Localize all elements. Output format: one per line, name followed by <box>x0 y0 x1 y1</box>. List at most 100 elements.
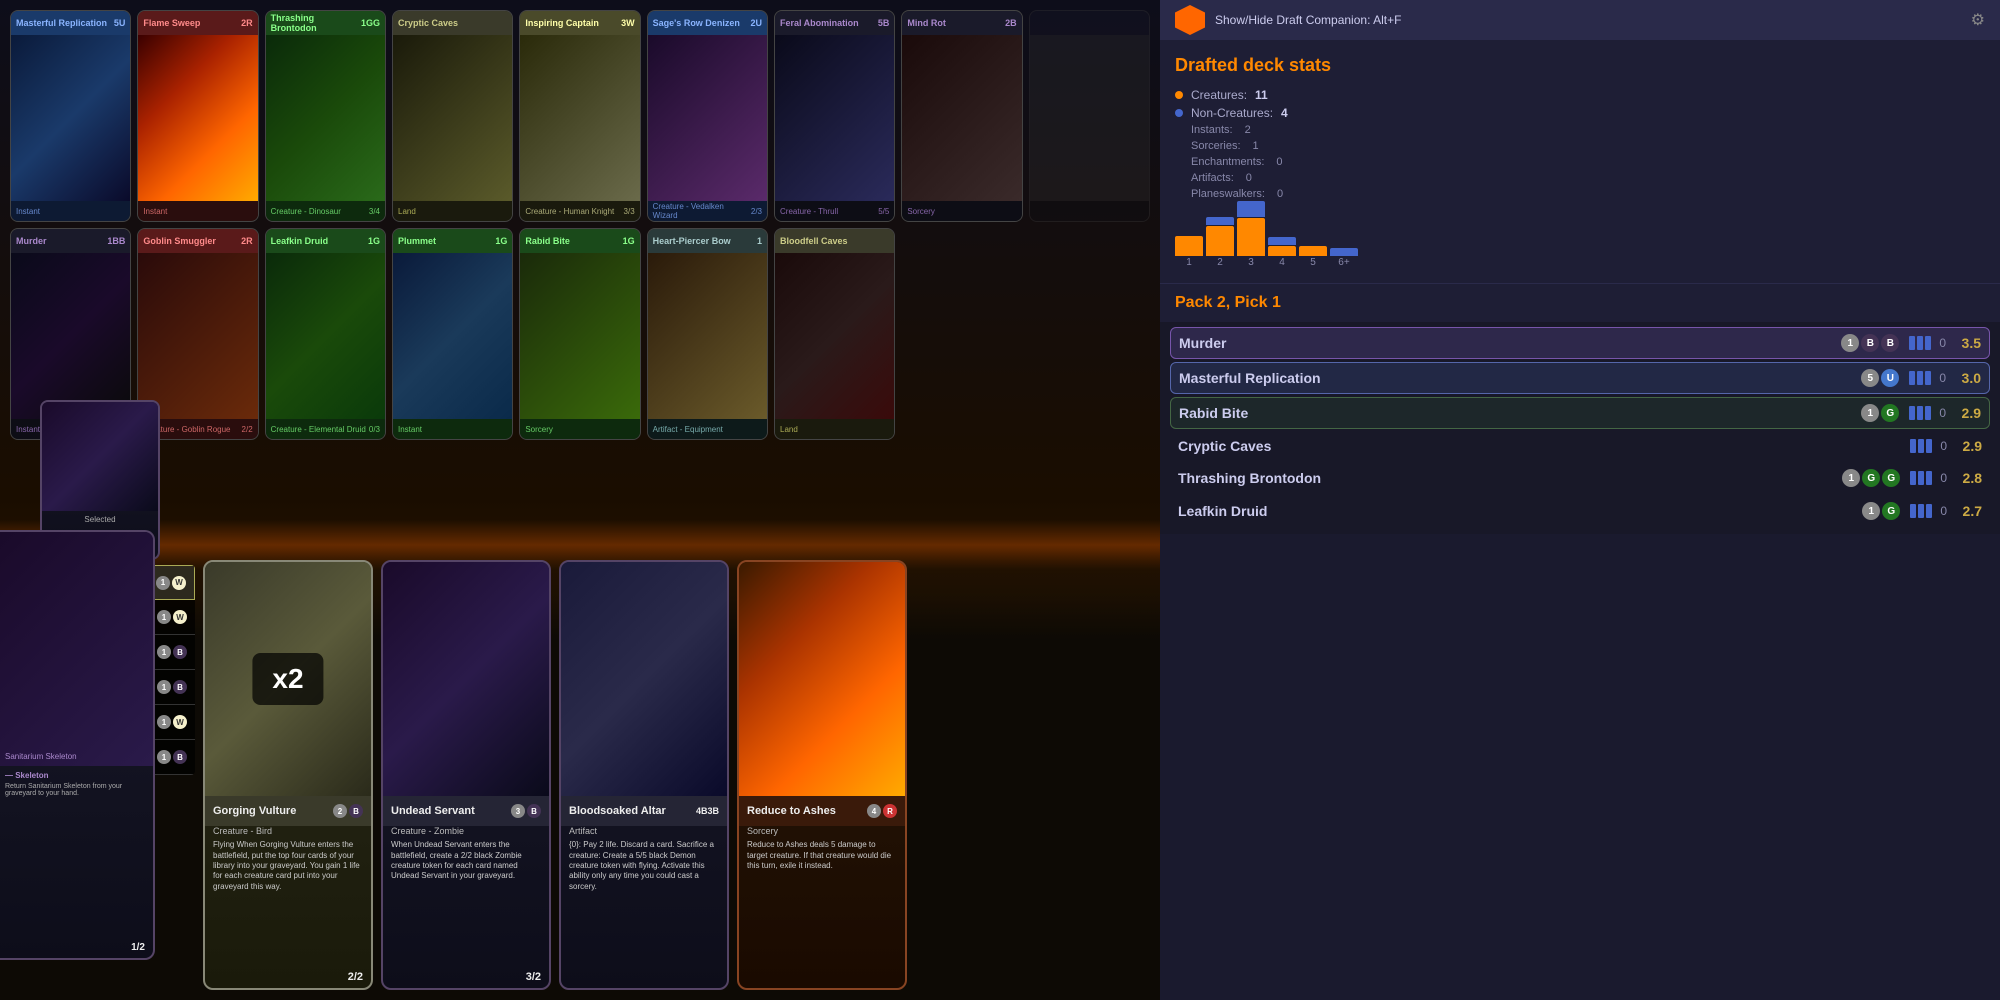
deck-stats-heading: Drafted deck stats <box>1175 55 1985 76</box>
pick-item-murder[interactable]: Murder 1 B B 0 3.5 <box>1170 327 1990 359</box>
enchantments-stat: Enchantments: 0 <box>1191 156 1985 168</box>
card-name: Murder <box>16 236 47 246</box>
deck-item-cost: 1 B <box>157 645 187 659</box>
pick-item-leafkin[interactable]: Leafkin Druid 1 G 0 2.7 <box>1170 496 1990 526</box>
card-thrashing-brontodon[interactable]: Thrashing Brontodon1GG Creature - Dinosa… <box>265 10 386 222</box>
curve-4-orange <box>1268 246 1296 256</box>
card-name: Feral Abomination <box>780 18 859 28</box>
pick-item-cryptic-caves[interactable]: Cryptic Caves 0 2.9 <box>1170 432 1990 460</box>
bloodsoaked-cost: 4B3B <box>696 806 719 816</box>
curve-5: 5 <box>1299 246 1327 268</box>
pick-bar-murder <box>1909 336 1931 350</box>
pick-item-masterful[interactable]: Masterful Replication 5 U 0 3.0 <box>1170 362 1990 394</box>
card-name: Sage's Row Denizen <box>653 18 740 28</box>
card-name: Leafkin Druid <box>271 236 329 246</box>
enchantments-label: Enchantments: <box>1191 156 1264 168</box>
skeleton-text: Return Sanitarium Skeleton from your gra… <box>5 783 148 797</box>
card-leafkin-druid[interactable]: Leafkin Druid1G Creature - Elemental Dru… <box>265 228 386 440</box>
creatures-stat: Creatures: 11 <box>1175 88 1985 102</box>
curve-1-orange <box>1175 236 1203 256</box>
bottom-card-bloodsoaked-altar[interactable]: Bloodsoaked Altar 4B3B Artifact {0}: Pay… <box>559 560 729 990</box>
curve-4-blue <box>1268 237 1296 245</box>
gorging-cost: 2 B <box>333 804 363 818</box>
non-creatures-dot <box>1175 109 1183 117</box>
mana-curve-chart: 1 2 3 4 5 <box>1175 208 1985 268</box>
artifacts-stat: Artifacts: 0 <box>1191 172 1985 184</box>
game-area: Masterful Replication5U Instant Flame Sw… <box>0 0 1160 1000</box>
curve-label-6: 6+ <box>1338 257 1349 268</box>
card-heart-piercer[interactable]: Heart-Piercer Bow1 Artifact - Equipment <box>647 228 768 440</box>
creatures-label: Creatures: <box>1191 88 1247 102</box>
card-flame-sweep[interactable]: Flame Sweep2R Instant <box>137 10 258 222</box>
companion-icon <box>1175 5 1205 35</box>
pick-bar-rabid <box>1909 406 1931 420</box>
artifacts-label: Artifacts: <box>1191 172 1234 184</box>
card-feral-abomination[interactable]: Feral Abomination5B Creature - Thrull5/5 <box>774 10 895 222</box>
non-creatures-stat: Non-Creatures: 4 <box>1175 106 1985 120</box>
undead-type: Creature - Zombie <box>383 826 549 836</box>
pick-bar-cryptic <box>1910 439 1932 453</box>
curve-3-orange <box>1237 218 1265 256</box>
bottom-card-reduce-ashes[interactable]: Reduce to Ashes 4 R Sorcery Reduce to As… <box>737 560 907 990</box>
undead-name: Undead Servant <box>391 805 475 817</box>
gorging-type: Creature - Bird <box>205 826 371 836</box>
deck-item-cost: 1 W <box>157 610 187 624</box>
bottom-card-undead-servant[interactable]: Undead Servant 3 B Creature - Zombie Whe… <box>381 560 551 990</box>
card-sage-row-denizen[interactable]: Sage's Row Denizen2U Creature - Vedalken… <box>647 10 768 222</box>
deck-item-cost: 1 W <box>156 576 186 590</box>
mana-1: 1 <box>157 645 171 659</box>
pick-cost-masterful: 5 U <box>1861 369 1899 387</box>
deck-item-cost: 1 B <box>157 750 187 764</box>
card-name: Goblin Smuggler <box>143 236 216 246</box>
reduce-name: Reduce to Ashes <box>747 805 836 817</box>
card-name: Heart-Piercer Bow <box>653 236 731 246</box>
card-name: Inspiring Captain <box>525 18 599 28</box>
bloodsoaked-name: Bloodsoaked Altar <box>569 805 666 817</box>
card-plummet[interactable]: Plummet1G Instant <box>392 228 513 440</box>
card-cryptic-caves[interactable]: Cryptic Caves Land <box>392 10 513 222</box>
pick-bar-thrashing <box>1910 471 1932 485</box>
pick-score-thrashing: 2.8 <box>1952 470 1982 486</box>
card-bloodfell-caves[interactable]: Bloodfell Caves Land <box>774 228 895 440</box>
card-inspiring-captain[interactable]: Inspiring Captain3W Creature - Human Kni… <box>519 10 640 222</box>
pick-score-cryptic: 2.9 <box>1952 438 1982 454</box>
skeleton-card-partial[interactable]: Sanitarium Skeleton — Skeleton Return Sa… <box>0 530 155 960</box>
curve-label-5: 5 <box>1310 257 1316 268</box>
card-name: Rabid Bite <box>525 236 570 246</box>
pick-item-rabid-bite[interactable]: Rabid Bite 1 G 0 2.9 <box>1170 397 1990 429</box>
pick-name-masterful: Masterful Replication <box>1179 370 1861 386</box>
instants-label: Instants: <box>1191 124 1233 136</box>
card-mind-rot[interactable]: Mind Rot2B Sorcery <box>901 10 1022 222</box>
bloodsoaked-type: Artifact <box>561 826 727 836</box>
companion-header: Show/Hide Draft Companion: Alt+F ⚙ <box>1160 0 2000 40</box>
curve-3-blue <box>1237 201 1265 217</box>
undead-text: When Undead Servant enters the battlefie… <box>383 836 549 886</box>
sub-stats: Instants: 2 Sorceries: 1 Enchantments: 0… <box>1191 124 1985 200</box>
bloodsoaked-text: {0}: Pay 2 life. Discard a card. Sacrifi… <box>561 836 727 896</box>
settings-icon[interactable]: ⚙ <box>1971 10 1985 30</box>
pick-item-thrashing[interactable]: Thrashing Brontodon 1 G G 0 2.8 <box>1170 463 1990 493</box>
curve-2-blue <box>1206 217 1234 225</box>
pick-name-murder: Murder <box>1179 335 1841 351</box>
pick-name-thrashing: Thrashing Brontodon <box>1178 470 1842 486</box>
undead-art <box>383 562 549 796</box>
card-masterful-replication[interactable]: Masterful Replication5U Instant <box>10 10 131 222</box>
bottom-card-gorging-vulture[interactable]: x2 Gorging Vulture 2 B Creature - Bird F… <box>203 560 373 990</box>
pick-name-cryptic: Cryptic Caves <box>1178 438 1900 454</box>
skeleton-stats: 1/2 <box>131 942 145 953</box>
selected-card-art <box>42 402 158 511</box>
mana-1: 1 <box>157 750 171 764</box>
pick-score-masterful: 3.0 <box>1951 370 1981 386</box>
reduce-text: Reduce to Ashes deals 5 damage to target… <box>739 836 905 875</box>
curve-1: 1 <box>1175 236 1203 268</box>
card-name: Masterful Replication <box>16 18 107 28</box>
planeswalkers-count: 0 <box>1277 188 1283 200</box>
curve-4: 4 <box>1268 237 1296 268</box>
undead-header: Undead Servant 3 B <box>383 796 549 826</box>
bloodsoaked-art <box>561 562 727 796</box>
card-rabid-bite[interactable]: Rabid Bite1G Sorcery <box>519 228 640 440</box>
companion-title: Show/Hide Draft Companion: Alt+F <box>1215 13 1961 27</box>
gorging-header: Gorging Vulture 2 B <box>205 796 371 826</box>
undead-stats: 3/2 <box>526 971 541 983</box>
curve-label-2: 2 <box>1217 257 1223 268</box>
